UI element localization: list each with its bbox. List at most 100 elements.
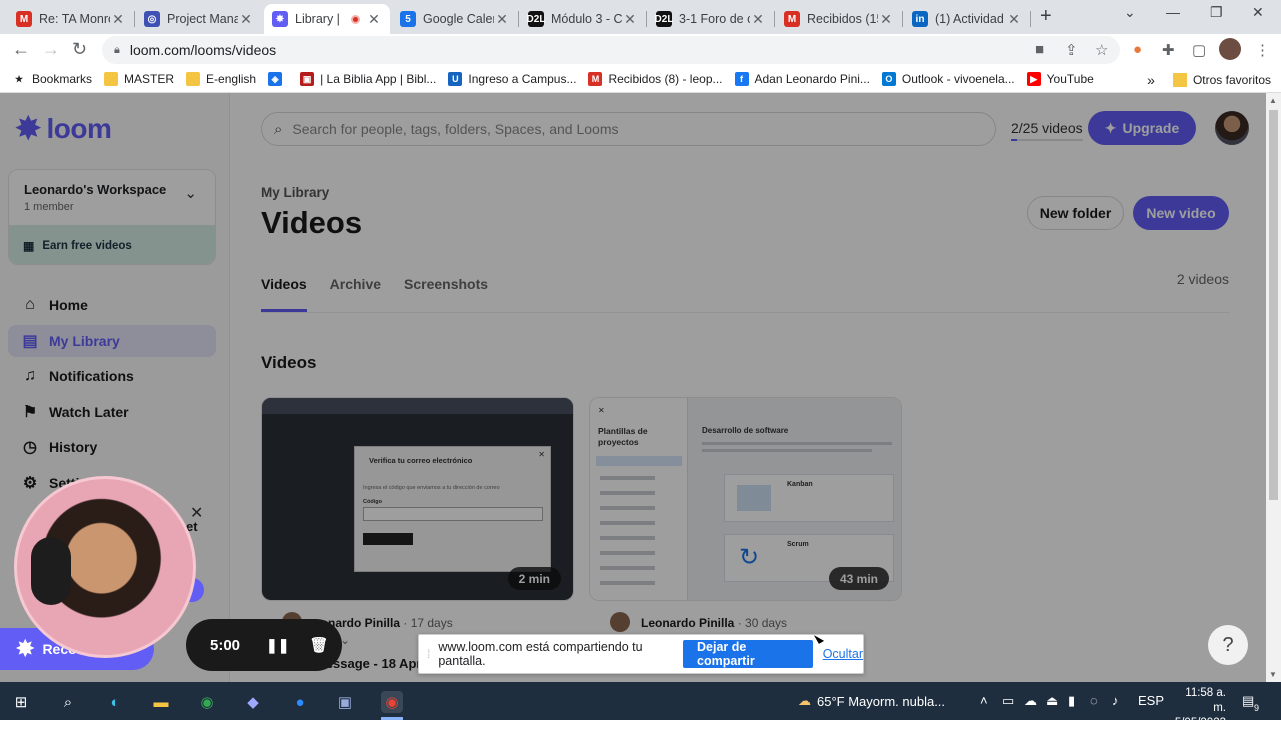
drag-handle-icon[interactable]: ⁞ bbox=[427, 647, 430, 661]
app-icon[interactable]: ▣ bbox=[334, 691, 356, 713]
browser-tab[interactable]: D2L 3-1 Foro de c ✕ bbox=[648, 4, 774, 34]
page-scrollbar[interactable]: ▲ ▼ bbox=[1266, 93, 1281, 682]
volume-icon[interactable]: ♪ bbox=[1112, 693, 1119, 708]
tab-separator bbox=[134, 11, 135, 27]
browser-tab-title: Recibidos (15 bbox=[807, 12, 878, 26]
browser-toolbar: ← → ↻ 🔒︎ loom.com/looms/videos ■ ⇪ ☆ ● ✚… bbox=[0, 34, 1281, 66]
weather-widget[interactable]: ☁ 65°F Mayorm. nubla... bbox=[798, 693, 945, 709]
bookmark-item[interactable]: O Outlook - vivoenela... bbox=[881, 72, 1015, 86]
search-icon[interactable]: ⌕ bbox=[57, 691, 79, 713]
app-icon: ◈ bbox=[268, 72, 283, 86]
chrome-active-icon[interactable]: ◉ bbox=[381, 691, 403, 713]
camera-icon[interactable]: ■ bbox=[1035, 41, 1044, 58]
close-icon[interactable]: ✕ bbox=[1006, 11, 1022, 28]
bookmark-label: MASTER bbox=[124, 72, 175, 86]
bookmark-star-icon[interactable]: ☆ bbox=[1095, 41, 1108, 59]
browser-tab[interactable]: 5 Google Calen ✕ bbox=[392, 4, 518, 34]
address-bar[interactable]: 🔒︎ loom.com/looms/videos bbox=[102, 36, 1120, 64]
close-icon[interactable]: ✕ bbox=[190, 503, 203, 523]
other-bookmarks[interactable]: » Otros favoritos bbox=[1147, 72, 1271, 88]
restore-icon[interactable]: ❐ bbox=[1210, 4, 1223, 21]
close-icon[interactable]: ✕ bbox=[494, 11, 510, 28]
notification-count: 9 bbox=[1254, 703, 1260, 713]
reload-icon[interactable]: ↻ bbox=[72, 39, 87, 60]
close-icon[interactable]: ✕ bbox=[110, 11, 126, 28]
zoom-icon[interactable]: ● bbox=[289, 691, 311, 713]
language-indicator[interactable]: ESP bbox=[1138, 693, 1164, 708]
lock-icon[interactable]: 🔒︎ bbox=[114, 44, 120, 57]
hide-link[interactable]: Ocultar bbox=[823, 647, 863, 661]
gmail-icon: M bbox=[784, 11, 800, 27]
back-icon[interactable]: ← bbox=[12, 39, 30, 60]
stop-sharing-button[interactable]: Dejar de compartir bbox=[683, 640, 813, 668]
bookmark-label: Adan Leonardo Pini... bbox=[754, 72, 870, 86]
browser-tab[interactable]: ✸ Library | ✕ bbox=[264, 4, 390, 34]
menu-kebab-icon[interactable]: ⋮ bbox=[1255, 41, 1270, 59]
browser-tab[interactable]: in (1) Actividad ✕ bbox=[904, 4, 1030, 34]
edge-icon[interactable]: ◐ bbox=[104, 691, 126, 713]
bookmark-item[interactable]: ▶ YouTube bbox=[1026, 72, 1094, 86]
bookmark-item[interactable]: ▣ | La Biblia App | Bibl... bbox=[300, 72, 436, 86]
browser-tab[interactable]: M Recibidos (15 ✕ bbox=[776, 4, 902, 34]
tab-separator bbox=[902, 11, 903, 27]
bookmark-item[interactable]: ★ Bookmarks bbox=[12, 72, 92, 86]
close-icon[interactable]: ✕ bbox=[366, 11, 382, 28]
network-icon[interactable]: ◌ bbox=[1090, 693, 1098, 708]
browser-tab-title: 3-1 Foro de c bbox=[679, 12, 750, 26]
close-icon[interactable]: ✕ bbox=[878, 11, 894, 28]
close-icon[interactable]: ✕ bbox=[622, 11, 638, 28]
loom-icon: ✸ bbox=[272, 11, 288, 27]
pause-icon[interactable]: ❚❚ bbox=[266, 637, 289, 654]
meet-icon[interactable]: ▭ bbox=[1002, 693, 1014, 709]
browser-tab[interactable]: M Re: TA Monro ✕ bbox=[8, 4, 134, 34]
outlook-icon: O bbox=[881, 72, 896, 86]
gmail-icon: M bbox=[588, 72, 603, 86]
browser-tab[interactable]: ◎ Project Mana ✕ bbox=[136, 4, 262, 34]
extensions-puzzle-icon[interactable]: ✚ bbox=[1162, 41, 1175, 59]
tab-search-icon[interactable]: ⌄ bbox=[1124, 4, 1136, 21]
extension-cookie-icon[interactable]: ● bbox=[1133, 41, 1142, 58]
trash-icon[interactable]: 🗑︎ bbox=[310, 636, 329, 654]
tab-separator bbox=[774, 11, 775, 27]
share-icon[interactable]: ⇪ bbox=[1065, 41, 1078, 59]
scrollbar-thumb[interactable] bbox=[1269, 110, 1278, 500]
webcam-bubble[interactable] bbox=[14, 476, 196, 658]
tray-chevron-icon[interactable]: ˄ bbox=[980, 693, 988, 708]
forward-icon[interactable]: → bbox=[42, 39, 60, 60]
profile-avatar[interactable] bbox=[1219, 38, 1241, 60]
side-panel-icon[interactable]: ▢ bbox=[1192, 41, 1206, 59]
scroll-down-icon[interactable]: ▼ bbox=[1269, 670, 1277, 679]
windows-start-icon[interactable]: ⊞ bbox=[10, 691, 32, 713]
screen-share-bar: ⁞ www.loom.com está compartiendo tu pant… bbox=[418, 634, 864, 674]
bookmark-item[interactable]: MASTER bbox=[104, 72, 174, 86]
youtube-icon: ▶ bbox=[1026, 72, 1041, 86]
close-icon[interactable]: ✕ bbox=[750, 11, 766, 28]
close-icon[interactable]: ✕ bbox=[238, 11, 254, 28]
clock[interactable]: 11:58 a. m. 5/05/2023 bbox=[1172, 686, 1226, 731]
bookmarks-more-icon[interactable]: » bbox=[1147, 72, 1155, 88]
minimize-icon[interactable]: — bbox=[1166, 4, 1180, 20]
file-explorer-icon[interactable]: ▬ bbox=[150, 691, 172, 713]
bookmark-item[interactable]: ◈ bbox=[268, 72, 288, 86]
onedrive-icon[interactable]: ☁ bbox=[1024, 693, 1037, 709]
tab-separator bbox=[1030, 11, 1031, 27]
bible-icon: ▣ bbox=[300, 72, 315, 86]
window-close-icon[interactable]: ✕ bbox=[1252, 4, 1264, 21]
usb-icon[interactable]: ⏏ bbox=[1046, 693, 1058, 709]
scroll-up-icon[interactable]: ▲ bbox=[1269, 96, 1277, 105]
browser-tab[interactable]: D2L Módulo 3 - C ✕ bbox=[520, 4, 646, 34]
bookmark-item[interactable]: U Ingreso a Campus... bbox=[448, 72, 576, 86]
help-button[interactable]: ? bbox=[1208, 625, 1248, 665]
battery-icon[interactable]: ▮ bbox=[1068, 693, 1075, 709]
bookmark-item[interactable]: f Adan Leonardo Pini... bbox=[734, 72, 870, 86]
chrome-icon[interactable]: ◉ bbox=[196, 691, 218, 713]
bookmark-item[interactable]: E-english bbox=[186, 72, 256, 86]
linkedin-icon: in bbox=[912, 11, 928, 27]
browser-tab-title: Library | bbox=[295, 12, 340, 26]
bookmark-item[interactable]: M Recibidos (8) - leop... bbox=[588, 72, 723, 86]
new-tab-icon[interactable]: + bbox=[1040, 5, 1052, 28]
browser-tab-title: (1) Actividad bbox=[935, 12, 1004, 26]
notification-center-icon[interactable]: ▤ bbox=[1242, 693, 1254, 709]
app-icon[interactable]: ◆ bbox=[242, 691, 264, 713]
bookmark-label: Bookmarks bbox=[32, 72, 93, 86]
